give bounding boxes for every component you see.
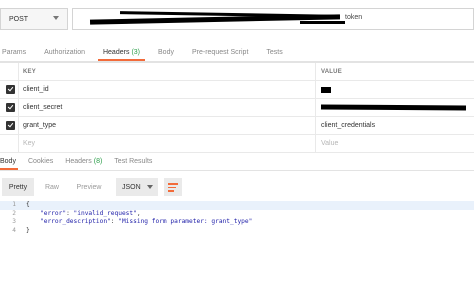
header-value-cell[interactable] — [317, 99, 474, 116]
header-value-cell[interactable]: client_credentials — [317, 117, 474, 134]
response-headers-count: (8) — [93, 158, 103, 165]
json-value: "invalid_request" — [73, 209, 137, 217]
wrap-lines-button[interactable] — [164, 178, 182, 196]
tab-tests[interactable]: Tests — [257, 44, 291, 61]
row-checkbox[interactable] — [6, 85, 15, 94]
response-tabs: Body Cookies Headers (8) Test Results — [0, 153, 474, 171]
preview-button[interactable]: Preview — [68, 178, 110, 196]
response-toolbar: Pretty Raw Preview JSON — [0, 178, 474, 196]
header-key-cell[interactable]: client_id — [19, 81, 316, 98]
tab-response-body[interactable]: Body — [0, 153, 22, 170]
headers-table: KEY VALUE client_id client_secret grant_… — [0, 62, 474, 153]
method-select[interactable]: POST — [0, 8, 68, 30]
tab-body[interactable]: Body — [149, 44, 183, 61]
table-row-new: Key Value — [0, 135, 474, 153]
method-label: POST — [9, 15, 29, 23]
column-header-key: KEY — [19, 63, 316, 80]
tab-cookies[interactable]: Cookies — [22, 153, 59, 170]
code-line: 2 "error": "invalid_request", — [0, 210, 474, 219]
wrap-lines-icon — [168, 183, 178, 185]
table-row: client_id — [0, 81, 474, 99]
json-key: "error_description" — [40, 218, 111, 225]
row-checkbox[interactable] — [6, 121, 15, 130]
code-line: 3 "error_description": "Missing form par… — [0, 218, 474, 227]
line-number: 4 — [12, 226, 16, 234]
column-header-value: VALUE — [321, 68, 342, 75]
line-number: 1 — [12, 201, 16, 208]
line-number: 3 — [12, 218, 16, 225]
code-line: 4 } — [0, 227, 474, 236]
table-header-row: KEY VALUE — [0, 63, 474, 81]
url-redaction — [300, 21, 345, 24]
table-row: client_secret — [0, 99, 474, 117]
tab-pre-request-script[interactable]: Pre-request Script — [183, 44, 257, 61]
checkbox-column — [0, 63, 19, 80]
line-number: 2 — [12, 209, 16, 217]
header-key-cell[interactable]: client_secret — [19, 99, 316, 116]
chevron-down-icon — [53, 16, 59, 20]
headers-count: (3) — [131, 49, 141, 56]
pretty-button[interactable]: Pretty — [2, 178, 34, 196]
table-row: grant_type client_credentials — [0, 117, 474, 135]
new-key-input[interactable]: Key — [19, 135, 316, 152]
chevron-down-icon — [147, 185, 153, 189]
request-tabs: Params Authorization Headers (3) Body Pr… — [0, 44, 474, 62]
header-value-cell[interactable] — [317, 81, 474, 98]
tab-test-results[interactable]: Test Results — [108, 153, 158, 170]
new-value-input[interactable]: Value — [317, 135, 474, 152]
value-redaction — [320, 104, 467, 111]
tab-headers[interactable]: Headers (3) — [94, 44, 149, 61]
tab-authorization[interactable]: Authorization — [35, 44, 94, 61]
response-body-editor[interactable]: 1 { 2 "error": "invalid_request", 3 "err… — [0, 201, 474, 300]
tab-response-headers[interactable]: Headers (8) — [59, 153, 108, 170]
row-checkbox[interactable] — [6, 103, 15, 112]
raw-button[interactable]: Raw — [36, 178, 68, 196]
format-label: JSON — [122, 183, 141, 191]
json-value: "Missing form parameter: grant_type" — [118, 218, 253, 225]
value-redaction — [321, 87, 331, 93]
code-line: 1 { — [0, 201, 474, 210]
tab-params[interactable]: Params — [0, 44, 35, 61]
request-url-bar: POST token — [0, 8, 474, 30]
format-select[interactable]: JSON — [116, 178, 158, 196]
url-text-visible: token — [345, 14, 363, 21]
header-key-cell[interactable]: grant_type — [19, 117, 316, 134]
json-key: "error" — [40, 209, 67, 217]
